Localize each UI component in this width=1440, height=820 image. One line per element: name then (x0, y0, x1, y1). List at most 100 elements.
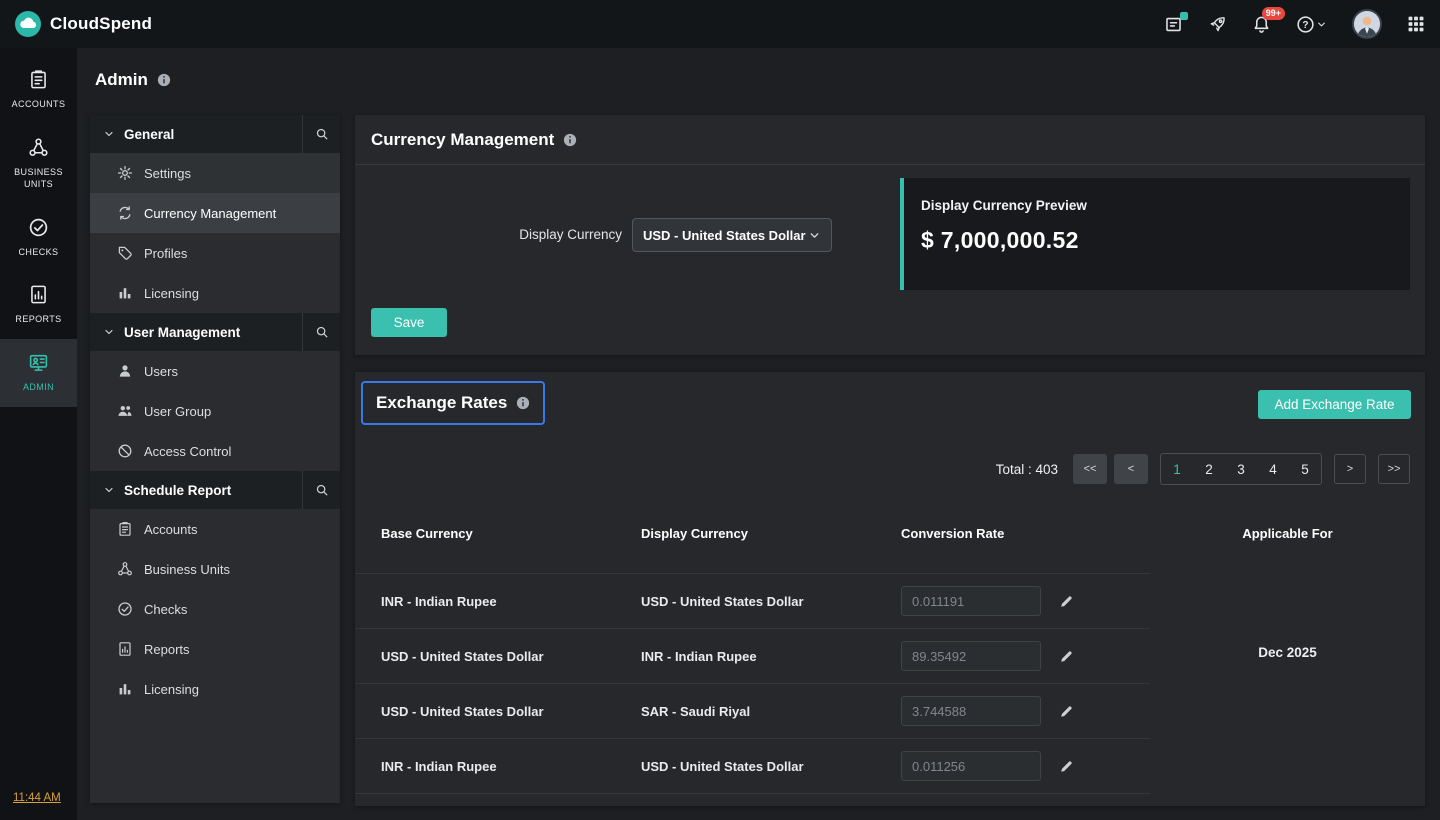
rail-label: ADMIN (23, 381, 54, 394)
pagination-last-button[interactable]: >> (1378, 454, 1410, 484)
page-button-5[interactable]: 5 (1289, 454, 1321, 484)
apps-grid-icon[interactable] (1407, 15, 1425, 33)
page-button-4[interactable]: 4 (1257, 454, 1289, 484)
settings-gear-icon (117, 165, 133, 181)
primary-nav-rail: ACCOUNTS BUSINESS UNITS CHECKS REPORTS A… (0, 48, 77, 820)
sidebar-item-settings[interactable]: Settings (90, 153, 340, 193)
admin-sidenav: General Settings Currency Management Pro… (90, 115, 340, 803)
whats-new-badge-dot (1180, 12, 1188, 20)
sidebar-item-access-control[interactable]: Access Control (90, 431, 340, 471)
page-button-2[interactable]: 2 (1193, 454, 1225, 484)
business-units-icon (28, 137, 49, 158)
table-row: USD - United States Dollar SAR - Saudi R… (355, 684, 1150, 739)
table-row: INR - Indian Rupee USD - United States D… (355, 739, 1150, 794)
page-title: Admin (95, 70, 171, 90)
conversion-rate-input[interactable] (901, 641, 1041, 671)
sidebar-item-label: Business Units (144, 562, 230, 577)
pagination-first-button[interactable]: << (1073, 454, 1107, 484)
sidebar-item-label: Profiles (144, 246, 187, 261)
sidebar-item-label: Reports (144, 642, 190, 657)
rail-item-reports[interactable]: REPORTS (0, 271, 77, 339)
admin-icon (28, 352, 49, 373)
edit-icon[interactable] (1059, 759, 1074, 774)
display-currency-cell: USD - United States Dollar (641, 759, 901, 774)
conversion-rate-input[interactable] (901, 696, 1041, 726)
topbar: CloudSpend 99+ (0, 0, 1440, 48)
exchange-rates-title-text: Exchange Rates (376, 393, 507, 413)
notifications-bell-icon[interactable]: 99+ (1252, 15, 1271, 34)
pagination-prev-button[interactable]: < (1114, 454, 1148, 484)
page-button-1[interactable]: 1 (1161, 454, 1193, 484)
pagination: Total : 403 << < 1 2 3 4 5 > >> (355, 453, 1425, 485)
page-title-text: Admin (95, 70, 148, 90)
chevron-down-icon (808, 229, 821, 242)
sidebar-item-business-units[interactable]: Business Units (90, 549, 340, 589)
conversion-rate-input[interactable] (901, 751, 1041, 781)
add-exchange-rate-button[interactable]: Add Exchange Rate (1258, 390, 1411, 419)
base-currency-cell: INR - Indian Rupee (381, 759, 641, 774)
section-search-button[interactable] (302, 313, 340, 351)
base-currency-cell: USD - United States Dollar (381, 704, 641, 719)
sidebar-item-reports[interactable]: Reports (90, 629, 340, 669)
display-currency-cell: USD - United States Dollar (641, 594, 901, 609)
rail-item-accounts[interactable]: ACCOUNTS (0, 56, 77, 124)
sidebar-item-label: Users (144, 364, 178, 379)
section-user-management[interactable]: User Management (90, 313, 340, 351)
save-button[interactable]: Save (371, 308, 447, 337)
info-icon[interactable] (157, 73, 171, 87)
sidebar-item-checks[interactable]: Checks (90, 589, 340, 629)
bar-chart-icon (117, 285, 133, 301)
table-row-partial (355, 794, 1150, 806)
brand-logo[interactable]: CloudSpend (15, 11, 152, 37)
chevron-down-icon (103, 128, 115, 140)
sidebar-item-users[interactable]: Users (90, 351, 340, 391)
preview-amount: $ 7,000,000.52 (921, 227, 1410, 254)
session-timestamp: 11:44 AM (13, 792, 61, 804)
display-currency-dropdown[interactable]: USD - United States Dollar (632, 218, 832, 252)
sidebar-item-accounts[interactable]: Accounts (90, 509, 340, 549)
section-schedule-report[interactable]: Schedule Report (90, 471, 340, 509)
reports-icon (117, 641, 133, 657)
page-button-3[interactable]: 3 (1225, 454, 1257, 484)
rail-label: ACCOUNTS (12, 98, 66, 111)
base-currency-cell: INR - Indian Rupee (381, 594, 641, 609)
whats-new-icon[interactable] (1164, 15, 1183, 34)
exchange-rates-title: Exchange Rates (361, 381, 545, 425)
info-icon[interactable] (563, 133, 577, 147)
rail-item-checks[interactable]: CHECKS (0, 204, 77, 272)
display-currency-preview-panel: Display Currency Preview $ 7,000,000.52 (900, 178, 1410, 290)
section-search-button[interactable] (302, 115, 340, 153)
rail-item-business-units[interactable]: BUSINESS UNITS (0, 124, 77, 204)
sidebar-item-currency-management[interactable]: Currency Management (90, 193, 340, 233)
access-control-icon (117, 443, 133, 459)
tag-icon (117, 245, 133, 261)
user-group-icon (117, 403, 133, 419)
info-icon[interactable] (516, 396, 530, 410)
edit-icon[interactable] (1059, 704, 1074, 719)
exchange-rates-rows: INR - Indian Rupee USD - United States D… (355, 573, 1150, 806)
search-icon (315, 483, 329, 497)
edit-icon[interactable] (1059, 649, 1074, 664)
rail-label: CHECKS (19, 246, 59, 259)
getting-started-rocket-icon[interactable] (1208, 15, 1227, 34)
accounts-icon (28, 69, 49, 90)
help-menu[interactable] (1296, 15, 1327, 34)
sidebar-item-licensing[interactable]: Licensing (90, 273, 340, 313)
pagination-next-button[interactable]: > (1334, 454, 1366, 484)
sidebar-item-label: User Group (144, 404, 211, 419)
rail-item-admin[interactable]: ADMIN (0, 339, 77, 407)
display-currency-value: USD - United States Dollar (643, 228, 806, 243)
header-base-currency: Base Currency (381, 526, 641, 541)
conversion-rate-input[interactable] (901, 586, 1041, 616)
section-general[interactable]: General (90, 115, 340, 153)
total-count: Total : 403 (996, 462, 1058, 477)
sidebar-item-user-group[interactable]: User Group (90, 391, 340, 431)
user-avatar[interactable] (1352, 9, 1382, 39)
sidebar-item-profiles[interactable]: Profiles (90, 233, 340, 273)
section-label: General (124, 127, 302, 142)
currency-card-header: Currency Management (355, 115, 1425, 165)
section-search-button[interactable] (302, 471, 340, 509)
table-row: USD - United States Dollar INR - Indian … (355, 629, 1150, 684)
sidebar-item-licensing-schedule[interactable]: Licensing (90, 669, 340, 709)
edit-icon[interactable] (1059, 594, 1074, 609)
